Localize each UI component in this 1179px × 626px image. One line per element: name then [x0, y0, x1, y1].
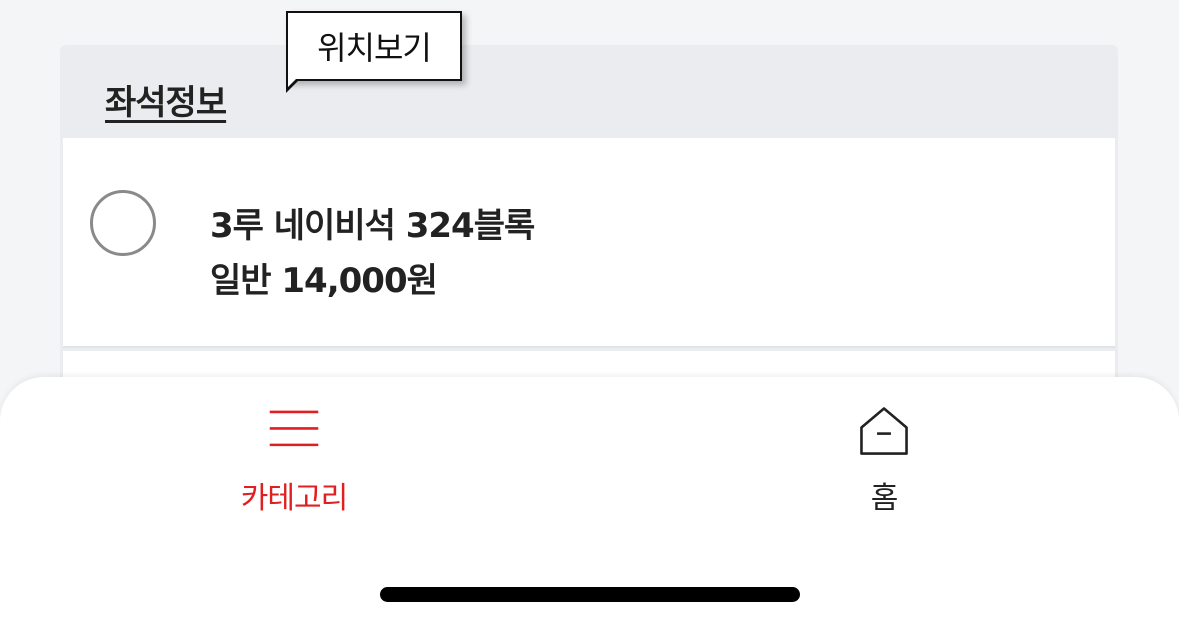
seat-price: 일반 14,000원	[210, 261, 438, 301]
seat-radio-button[interactable]	[90, 190, 156, 256]
nav-label-category: 카테고리	[240, 481, 348, 516]
tooltip-tail	[286, 79, 298, 93]
view-location-tooltip[interactable]: 위치보기	[286, 11, 462, 93]
seat-option-row[interactable]: 3루 네이비석 324블록 일반 14,000원	[63, 138, 1115, 348]
seat-info-title: 좌석정보	[105, 83, 227, 123]
seat-location: 3루 네이비석 324블록	[210, 206, 535, 246]
bottom-navigation: 카테고리 홈	[0, 377, 1179, 626]
page: 좌석정보 위치보기 3루 네이비석 324블록 일반 14,000원 카테고리	[0, 0, 1179, 626]
nav-label-home: 홈	[870, 481, 899, 516]
nav-item-category[interactable]: 카테고리	[194, 377, 394, 517]
view-location-label: 위치보기	[317, 29, 432, 67]
menu-icon	[269, 410, 319, 447]
home-indicator	[380, 587, 800, 602]
seat-info-card: 좌석정보 위치보기 3루 네이비석 324블록 일반 14,000원	[60, 11, 1118, 411]
seat-info-header: 좌석정보 위치보기	[60, 11, 1118, 137]
home-icon	[860, 407, 908, 455]
nav-item-home[interactable]: 홈	[784, 377, 984, 517]
